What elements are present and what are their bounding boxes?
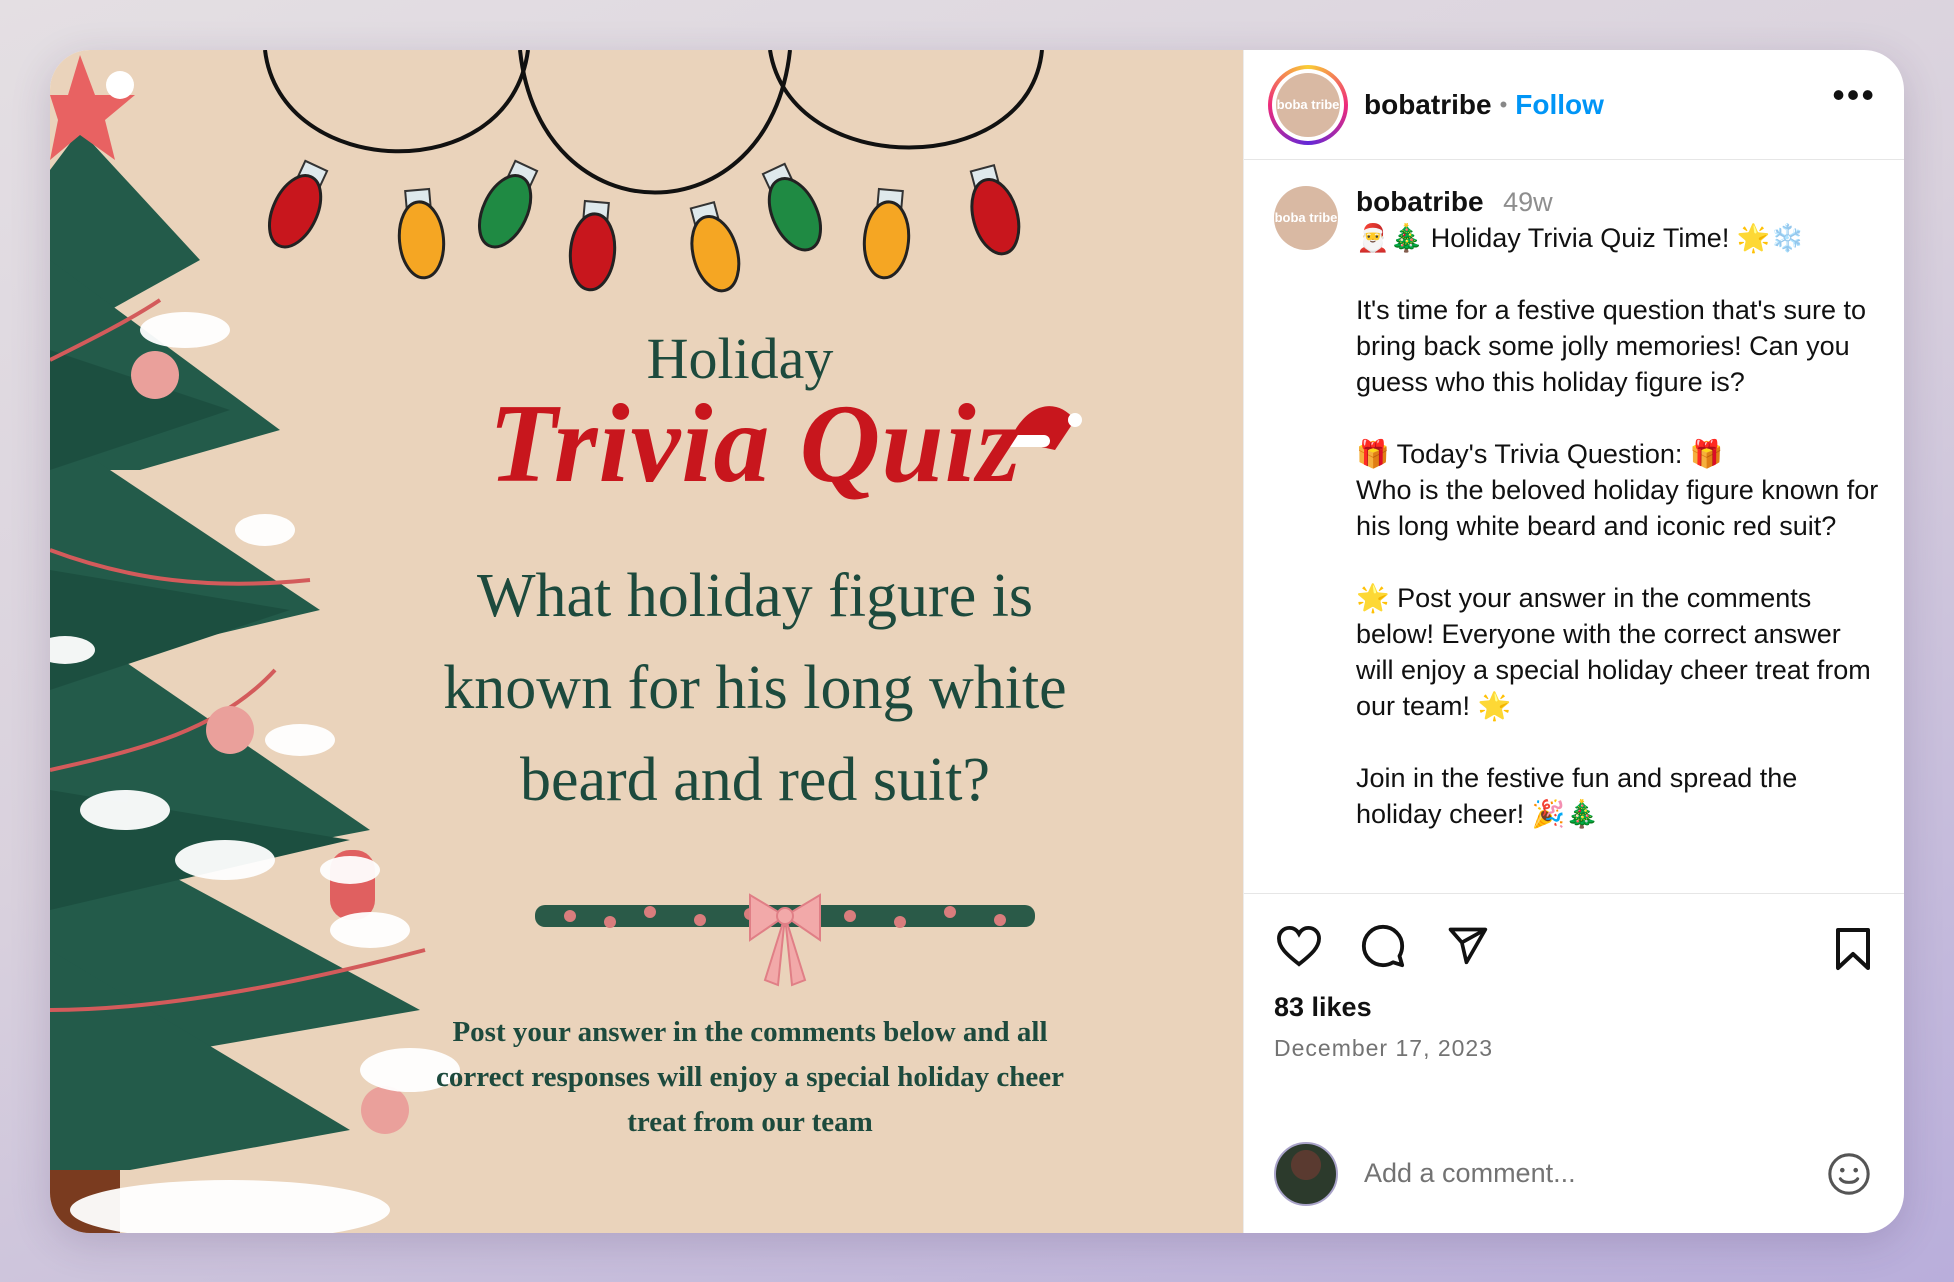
image-footer-text: Post your answer in the comments below a… (436, 1016, 1064, 1138)
caption-area: boba tribe bobatribe 49w 🎅🎄 Holiday Triv… (1244, 160, 1904, 893)
post-actions: 83 likes December 17, 2023 (1244, 893, 1904, 1113)
share-icon[interactable] (1442, 921, 1492, 971)
comment-icon[interactable] (1358, 921, 1408, 971)
caption-line-1: 🎅🎄 Holiday Trivia Quiz Time! 🌟❄️ (1356, 223, 1805, 253)
comment-input[interactable] (1364, 1158, 1824, 1189)
brand-logo: boba tribe (1276, 72, 1340, 137)
caption-paragraph-5: Join in the festive fun and spread the h… (1356, 763, 1798, 829)
caption-paragraph-4: 🌟 Post your answer in the comments below… (1356, 583, 1871, 721)
caption-timestamp[interactable]: 49w (1503, 187, 1553, 217)
separator-dot: • (1499, 91, 1508, 117)
bookmark-icon[interactable] (1828, 924, 1878, 974)
more-options-icon[interactable]: ••• (1832, 77, 1876, 113)
caption-avatar[interactable]: boba tribe (1274, 186, 1338, 250)
follow-button[interactable]: Follow (1515, 89, 1604, 121)
post-header: boba tribe bobatribe • Follow ••• (1244, 50, 1904, 160)
post-date[interactable]: December 17, 2023 (1274, 1035, 1878, 1062)
image-heading-trivia-quiz: Trivia Quiz (488, 382, 1022, 506)
current-user-avatar (1274, 1141, 1338, 1206)
caption-paragraph-2: It's time for a festive question that's … (1356, 295, 1867, 397)
likes-count[interactable]: 83 likes (1274, 992, 1878, 1023)
header-username[interactable]: bobatribe (1364, 89, 1492, 121)
post-sidebar: boba tribe bobatribe • Follow ••• boba t… (1243, 50, 1904, 1233)
caption-username[interactable]: bobatribe (1356, 186, 1484, 217)
comment-bar (1244, 1113, 1904, 1233)
instagram-post-card: Holiday Trivia Quiz What holiday figure … (50, 50, 1904, 1233)
heart-icon[interactable] (1274, 921, 1324, 971)
caption-paragraph-3: 🎁 Today's Trivia Question: 🎁 Who is the … (1356, 439, 1879, 541)
image-question: What holiday figure is known for his lon… (443, 562, 1067, 814)
smiley-icon[interactable] (1824, 1149, 1874, 1199)
profile-avatar[interactable]: boba tribe (1268, 64, 1348, 145)
brand-logo: boba tribe (1274, 186, 1338, 250)
caption-body: bobatribe 49w 🎅🎄 Holiday Trivia Quiz Tim… (1356, 184, 1880, 893)
post-image[interactable]: Holiday Trivia Quiz What holiday figure … (50, 50, 1243, 1233)
